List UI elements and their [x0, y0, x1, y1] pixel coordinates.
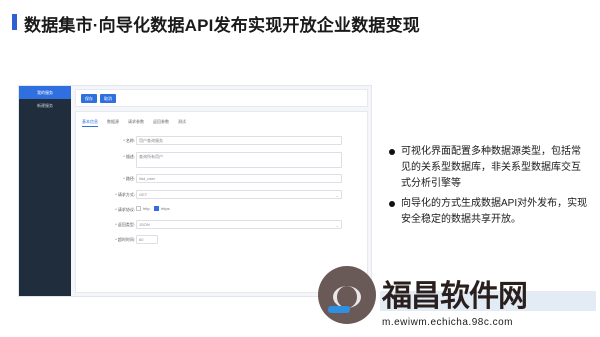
- name-label: * 名称:: [123, 138, 135, 143]
- http-checkbox-label: http: [143, 206, 150, 211]
- slide-header: 数据集市·向导化数据API发布实现开放企业数据变现: [0, 0, 600, 44]
- name-input[interactable]: 用户查询服务: [136, 136, 342, 145]
- sidebar-item-my-services[interactable]: 我的服务: [19, 86, 71, 99]
- method-value: GET: [139, 192, 148, 197]
- form-row-format: * 返回类型: JSON ⌄: [76, 220, 367, 230]
- form-row-desc: * 描述: 查询所有用户: [76, 152, 367, 168]
- tab-response-params[interactable]: 返回参数: [153, 119, 169, 127]
- desc-textarea[interactable]: 查询所有用户: [136, 152, 342, 168]
- tab-basic-info[interactable]: 基本信息: [82, 119, 98, 127]
- chevron-down-icon: ⌄: [335, 223, 339, 228]
- save-button[interactable]: 保存: [81, 93, 97, 103]
- chevron-down-icon: ⌄: [335, 193, 339, 198]
- sidebar: 我的服务 新建服务: [19, 86, 71, 296]
- protocol-label: * 请求协议:: [115, 207, 135, 212]
- bullet-dot-icon: [389, 149, 395, 155]
- watermark-url: m.ewiwm.echicha.98c.com: [382, 317, 513, 328]
- sidebar-item-new-service[interactable]: 新建服务: [19, 99, 71, 112]
- method-select[interactable]: GET ⌄: [136, 190, 342, 199]
- method-label: * 请求方式:: [115, 192, 135, 197]
- format-value: JSON: [139, 222, 150, 227]
- tab-request-params[interactable]: 请求参数: [128, 119, 144, 127]
- watermark: 福昌软件网 m.ewiwm.echicha.98c.com: [318, 255, 600, 337]
- watermark-text: 福昌软件网: [382, 280, 528, 313]
- tab-test[interactable]: 测试: [178, 119, 186, 127]
- bullet-item: 向导化的方式生成数据API对外发布，实现安全稳定的数据共享开放。: [387, 196, 589, 228]
- path-input[interactable]: /list_user: [136, 174, 342, 183]
- form-row-name: * 名称: 用户查询服务: [76, 136, 367, 146]
- timeout-label: * 超时时间:: [115, 237, 135, 242]
- bullet-text: 可视化界面配置多种数据源类型，包括常见的关系型数据库，非关系型数据库交互式分析引…: [401, 146, 581, 189]
- http-checkbox[interactable]: [136, 206, 141, 211]
- tab-data-source[interactable]: 数据源: [107, 119, 119, 127]
- https-checkbox[interactable]: [154, 206, 159, 211]
- leaf-logo-icon: [318, 266, 376, 324]
- toolbar: 保存 取消: [75, 89, 368, 107]
- desc-label: * 描述:: [123, 154, 135, 159]
- timeout-input[interactable]: 60: [136, 235, 158, 244]
- format-label: * 返回类型:: [115, 222, 135, 227]
- form-row-method: * 请求方式: GET ⌄: [76, 190, 367, 200]
- slide-title: 数据集市·向导化数据API发布实现开放企业数据变现: [24, 16, 420, 35]
- bullet-item: 可视化界面配置多种数据源类型，包括常见的关系型数据库，非关系型数据库交互式分析引…: [387, 144, 589, 192]
- form-row-protocol: * 请求协议: http https: [76, 205, 367, 215]
- form-row-timeout: * 超时时间: 60: [76, 235, 367, 245]
- path-label: * 路径:: [123, 176, 135, 181]
- bullet-dot-icon: [389, 201, 395, 207]
- form-row-path: * 路径: /list_user: [76, 174, 367, 184]
- cancel-button[interactable]: 取消: [100, 93, 116, 103]
- https-checkbox-label: https: [161, 206, 170, 211]
- format-select[interactable]: JSON ⌄: [136, 220, 342, 229]
- bullet-text: 向导化的方式生成数据API对外发布，实现安全稳定的数据共享开放。: [401, 198, 588, 225]
- tab-bar: 基本信息 数据源 请求参数 返回参数 测试: [82, 119, 186, 127]
- title-accent-bar: [12, 14, 17, 30]
- bullet-list: 可视化界面配置多种数据源类型，包括常见的关系型数据库，非关系型数据库交互式分析引…: [387, 144, 589, 232]
